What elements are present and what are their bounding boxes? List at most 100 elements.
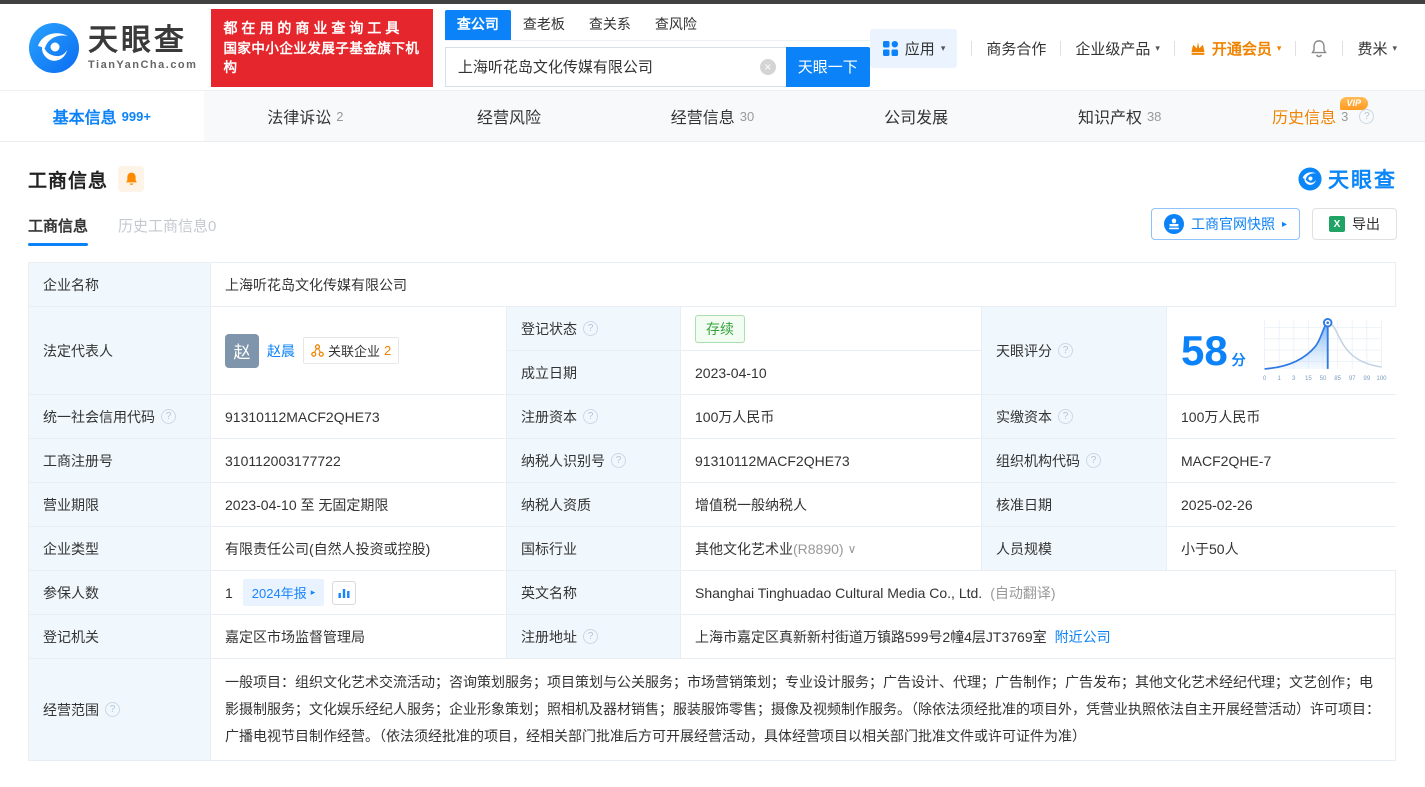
- paid-capital-value-cell: 100万人民币: [1167, 395, 1397, 438]
- enterprise-products-menu[interactable]: 企业级产品 ▾: [1075, 38, 1160, 59]
- tab-intellectual-property[interactable]: 知识产权 38: [1018, 91, 1222, 141]
- english-name-value: Shanghai Tinghuadao Cultural Media Co., …: [695, 584, 983, 601]
- establish-date-label-cell: 成立日期: [507, 351, 681, 394]
- notifications-button[interactable]: [1310, 39, 1328, 58]
- svg-text:97: 97: [1349, 375, 1356, 382]
- related-companies-badge[interactable]: 关联企业 2: [303, 337, 400, 364]
- taxpayer-quality-value-cell: 增值税一般纳税人: [681, 483, 982, 526]
- section-head: 工商信息 天眼查: [0, 142, 1425, 194]
- legal-rep-name-link[interactable]: 赵晨: [267, 341, 295, 361]
- industry-code: (R8890): [793, 540, 844, 557]
- tab-intellectual-property-count: 38: [1146, 108, 1162, 124]
- section-title: 工商信息: [28, 170, 109, 192]
- business-scope-text: 一般项目：组织文化艺术交流活动；咨询策划服务；项目策划与公关服务；市场营销策划；…: [225, 674, 1380, 744]
- user-menu[interactable]: 费米 ▾: [1357, 38, 1397, 59]
- reg-number-label-cell: 工商注册号: [29, 439, 211, 482]
- search-button[interactable]: 天眼一下: [785, 46, 870, 87]
- reg-number-value: 310112003177722: [225, 452, 341, 469]
- english-name-label-cell: 英文名称: [507, 571, 681, 614]
- tab-operation-risk[interactable]: 经营风险: [407, 91, 611, 141]
- reg-number-label: 工商注册号: [43, 452, 113, 469]
- related-companies-count: 2: [384, 343, 392, 358]
- reg-address-value: 上海市嘉定区真新新村街道万镇路599号2幢4层JT3769室: [695, 628, 1047, 645]
- divider: [1060, 40, 1062, 56]
- reg-status-label-cell: 登记状态 ?: [507, 307, 681, 350]
- open-vip-button[interactable]: 开通会员 ▾: [1189, 38, 1281, 59]
- monitor-bell-button[interactable]: [118, 166, 145, 192]
- chevron-down-icon[interactable]: ∨: [848, 542, 857, 556]
- divider: [1342, 40, 1344, 56]
- legal-rep-avatar[interactable]: 赵: [225, 333, 259, 368]
- crown-icon: [1191, 42, 1205, 55]
- help-icon[interactable]: ?: [1086, 453, 1101, 468]
- table-row: 法定代表人 赵 赵晨 关联企业 2 登记状态 ? 存续 成立日期 2023-04…: [29, 307, 1397, 395]
- insured-label-cell: 参保人数: [29, 571, 211, 614]
- vip-badge: VIP: [1339, 97, 1369, 110]
- table-row: 登记机关 嘉定区市场监督管理局 注册地址 ? 上海市嘉定区真新新村街道万镇路59…: [29, 615, 1395, 659]
- business-term-value: 2023-04-10 至 无固定期限: [225, 496, 389, 513]
- apps-menu-button[interactable]: 应用 ▾: [869, 28, 958, 68]
- tab-basic-info[interactable]: 基本信息 999+: [0, 91, 204, 141]
- help-icon[interactable]: ?: [583, 629, 598, 644]
- business-term-value-cell: 2023-04-10 至 无固定期限: [211, 483, 507, 526]
- open-vip-label: 开通会员: [1211, 40, 1272, 58]
- approval-date-label: 核准日期: [996, 496, 1052, 513]
- nearby-companies-link[interactable]: 附近公司: [1055, 627, 1111, 647]
- watermark-logo-icon: [1298, 167, 1322, 191]
- clear-search-icon[interactable]: ×: [759, 58, 776, 75]
- help-icon[interactable]: ?: [611, 453, 626, 468]
- svg-text:99: 99: [1363, 375, 1370, 382]
- business-cooperation-link[interactable]: 商务合作: [986, 38, 1046, 59]
- help-icon[interactable]: ?: [161, 409, 176, 424]
- annual-report-badge[interactable]: 2024年报 ▸: [242, 579, 325, 606]
- approval-date-value-cell: 2025-02-26: [1167, 483, 1397, 526]
- tianyancha-logo-icon: [29, 23, 79, 73]
- tab-legal-litigation[interactable]: 法律诉讼 2: [204, 91, 408, 141]
- search-tab-relation[interactable]: 查关系: [577, 10, 643, 40]
- svg-text:50: 50: [1320, 375, 1327, 382]
- search-tab-company[interactable]: 查公司: [444, 9, 511, 40]
- score-value-cell: 58 分 0 1 3 15 50 85 97 99 100: [1167, 307, 1397, 394]
- annual-report-arrow-icon: ▸: [310, 587, 316, 597]
- enterprise-products-caret-icon: ▾: [1155, 42, 1160, 53]
- status-date-block: 登记状态 ? 存续 成立日期 2023-04-10: [507, 307, 982, 394]
- subtab-history-business-info[interactable]: 历史工商信息0: [118, 215, 216, 246]
- company-type-value: 有限责任公司(自然人投资或控股): [225, 540, 431, 557]
- tianyancha-logo[interactable]: 天眼查 TianYanCha.com: [28, 22, 197, 74]
- help-icon[interactable]: ?: [583, 321, 598, 336]
- help-icon[interactable]: ?: [583, 409, 598, 424]
- slogan-line1: 都在用的商业查询工具: [223, 20, 404, 37]
- tab-history-info[interactable]: VIP 历史信息 3 ?: [1221, 91, 1425, 141]
- help-icon[interactable]: ?: [105, 702, 120, 717]
- tab-company-development[interactable]: 公司发展: [814, 91, 1018, 141]
- insured-label: 参保人数: [43, 584, 99, 601]
- orange-bell-icon: [125, 172, 137, 185]
- help-icon[interactable]: ?: [1359, 108, 1375, 124]
- svg-text:1: 1: [1277, 375, 1281, 382]
- svg-text:100: 100: [1376, 375, 1387, 382]
- insured-history-chart-button[interactable]: [332, 580, 357, 605]
- logo-brand-text: 天眼查: [88, 23, 187, 57]
- subtab-business-info[interactable]: 工商信息: [28, 215, 89, 246]
- search-block: 查公司 查老板 查关系 查风险 × 天眼一下: [444, 9, 870, 87]
- subtab-actions: 工商官网快照 ▸ X 导出: [1150, 208, 1397, 246]
- credit-code-label: 统一社会信用代码: [43, 408, 155, 425]
- apps-caret-icon: ▾: [940, 42, 946, 53]
- header-right-nav: 应用 ▾ 商务合作 企业级产品 ▾ 开通会员 ▾ 费米 ▾: [869, 28, 1397, 68]
- paid-capital-label-cell: 实缴资本 ?: [982, 395, 1167, 438]
- search-input[interactable]: [444, 46, 786, 87]
- help-icon[interactable]: ?: [1058, 343, 1073, 358]
- business-term-label-cell: 营业期限: [29, 483, 211, 526]
- tab-operation-info-label: 经营信息: [670, 110, 735, 127]
- english-name-value-cell: Shanghai Tinghuadao Cultural Media Co., …: [681, 571, 1395, 614]
- snapshot-arrow-icon: ▸: [1281, 218, 1287, 230]
- staff-size-label-cell: 人员规模: [982, 527, 1167, 570]
- official-snapshot-button[interactable]: 工商官网快照 ▸: [1150, 208, 1300, 240]
- org-code-label-cell: 组织机构代码 ?: [982, 439, 1167, 482]
- search-tab-risk[interactable]: 查风险: [643, 10, 709, 40]
- tab-operation-info[interactable]: 经营信息 30: [611, 91, 815, 141]
- help-icon[interactable]: ?: [1058, 409, 1073, 424]
- export-button[interactable]: X 导出: [1312, 208, 1397, 240]
- search-tab-boss[interactable]: 查老板: [511, 10, 577, 40]
- svg-text:3: 3: [1292, 375, 1296, 382]
